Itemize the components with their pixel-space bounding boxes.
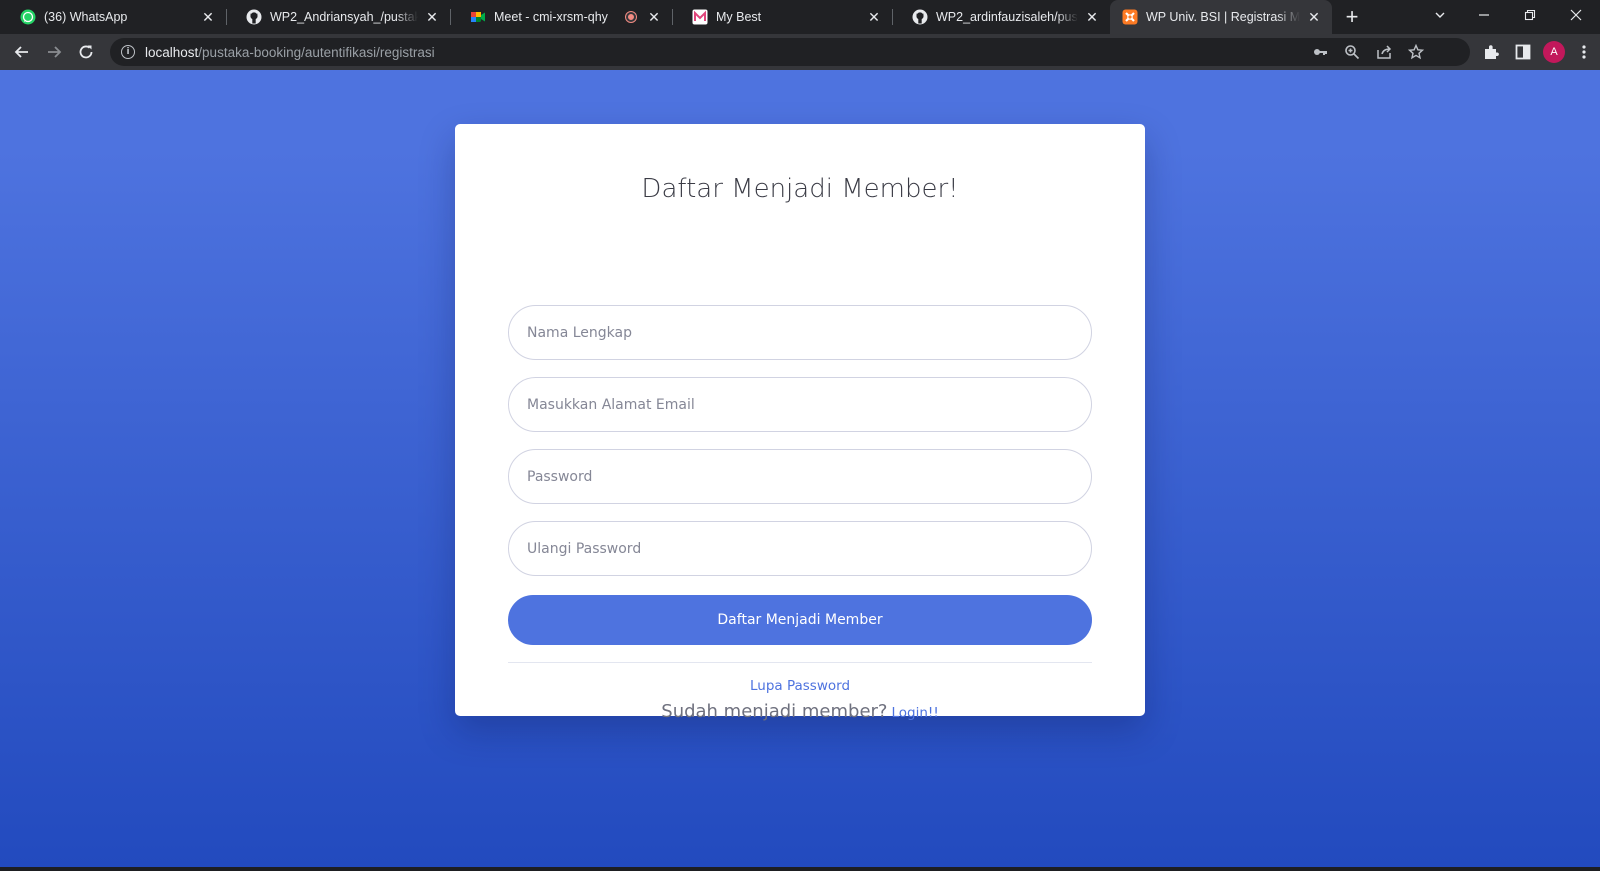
close-tab-icon[interactable]: ✕ — [646, 9, 662, 25]
tab-title: WP2_ardinfauzisaleh/pustaka — [936, 10, 1078, 24]
page-title: Daftar Menjadi Member! — [641, 174, 959, 204]
tab-registrasi[interactable]: WP Univ. BSI | Registrasi Mem ✕ — [1110, 0, 1332, 34]
reload-icon[interactable] — [72, 38, 100, 66]
url-host: localhost — [145, 44, 199, 60]
bottom-edge — [0, 867, 1600, 871]
registration-card: Daftar Menjadi Member! Daftar Menjadi Me… — [455, 124, 1145, 722]
google-meet-icon — [470, 9, 486, 25]
browser-toolbar: i localhost/pustaka-booking/autentifikas… — [0, 34, 1600, 70]
tab-strip: (36) WhatsApp ✕ WP2_Andriansyah_/pustaka… — [0, 0, 1600, 34]
tab-title: WP Univ. BSI | Registrasi Mem — [1146, 10, 1300, 24]
repeat-password-input[interactable] — [508, 521, 1092, 576]
mybest-icon — [692, 9, 708, 25]
avatar: A — [1543, 41, 1565, 63]
page-viewport: Daftar Menjadi Member! Daftar Menjadi Me… — [0, 70, 1600, 871]
tab-whatsapp[interactable]: (36) WhatsApp ✕ — [0, 0, 227, 34]
login-prompt: Sudah menjadi member? Login!! — [455, 701, 1145, 722]
url-text: localhost/pustaka-booking/autentifikasi/… — [145, 45, 435, 60]
menu-kebab-icon[interactable] — [1570, 38, 1598, 66]
close-tab-icon[interactable]: ✕ — [200, 9, 216, 25]
tab-title: My Best — [716, 10, 762, 24]
close-tab-icon[interactable]: ✕ — [1084, 9, 1100, 25]
close-window-icon[interactable] — [1554, 0, 1598, 30]
tab-search-icon[interactable] — [1418, 0, 1462, 30]
key-icon[interactable] — [1310, 42, 1330, 62]
tab-google-meet[interactable]: Meet - cmi-xrsm-qhy ✕ — [450, 0, 673, 34]
tab-github-andriansyah[interactable]: WP2_Andriansyah_/pustaka-b ✕ — [226, 0, 451, 34]
bookmark-star-icon[interactable] — [1406, 42, 1426, 62]
close-tab-icon[interactable]: ✕ — [424, 9, 440, 25]
tab-title: (36) WhatsApp — [44, 10, 128, 24]
github-icon — [912, 9, 928, 25]
close-tab-icon[interactable]: ✕ — [866, 9, 882, 25]
whatsapp-icon — [20, 9, 36, 25]
nama-lengkap-input[interactable] — [508, 305, 1092, 360]
url-path: /pustaka-booking/autentifikasi/registras… — [198, 44, 435, 60]
github-icon — [246, 9, 262, 25]
tab-github-ardinfauzisaleh[interactable]: WP2_ardinfauzisaleh/pustaka ✕ — [892, 0, 1110, 34]
restore-icon[interactable] — [1508, 0, 1552, 30]
site-info-icon[interactable]: i — [121, 45, 135, 59]
back-icon[interactable] — [8, 38, 36, 66]
share-icon[interactable] — [1374, 42, 1394, 62]
tab-title: Meet - cmi-xrsm-qhy — [494, 10, 608, 24]
xampp-icon — [1122, 9, 1138, 25]
profile-avatar[interactable]: A — [1540, 38, 1568, 66]
tab-title: WP2_Andriansyah_/pustaka-b — [270, 10, 418, 24]
zoom-icon[interactable] — [1342, 42, 1362, 62]
extensions-icon[interactable] — [1477, 38, 1505, 66]
recording-indicator-icon — [626, 12, 636, 22]
new-tab-icon[interactable]: + — [1340, 6, 1364, 30]
member-question-text: Sudah menjadi member? — [661, 701, 888, 722]
close-tab-icon[interactable]: ✕ — [1306, 9, 1322, 25]
register-button[interactable]: Daftar Menjadi Member — [508, 595, 1092, 645]
minimize-icon[interactable] — [1462, 0, 1506, 30]
email-input[interactable] — [508, 377, 1092, 432]
tab-my-best[interactable]: My Best ✕ — [672, 0, 893, 34]
forgot-password-link[interactable]: Lupa Password — [455, 678, 1145, 694]
password-input[interactable] — [508, 449, 1092, 504]
address-bar[interactable]: i localhost/pustaka-booking/autentifikas… — [110, 38, 1470, 66]
forward-icon[interactable] — [40, 38, 68, 66]
divider — [508, 662, 1092, 663]
side-panel-icon[interactable] — [1509, 38, 1537, 66]
login-link[interactable]: Login!! — [891, 705, 938, 721]
